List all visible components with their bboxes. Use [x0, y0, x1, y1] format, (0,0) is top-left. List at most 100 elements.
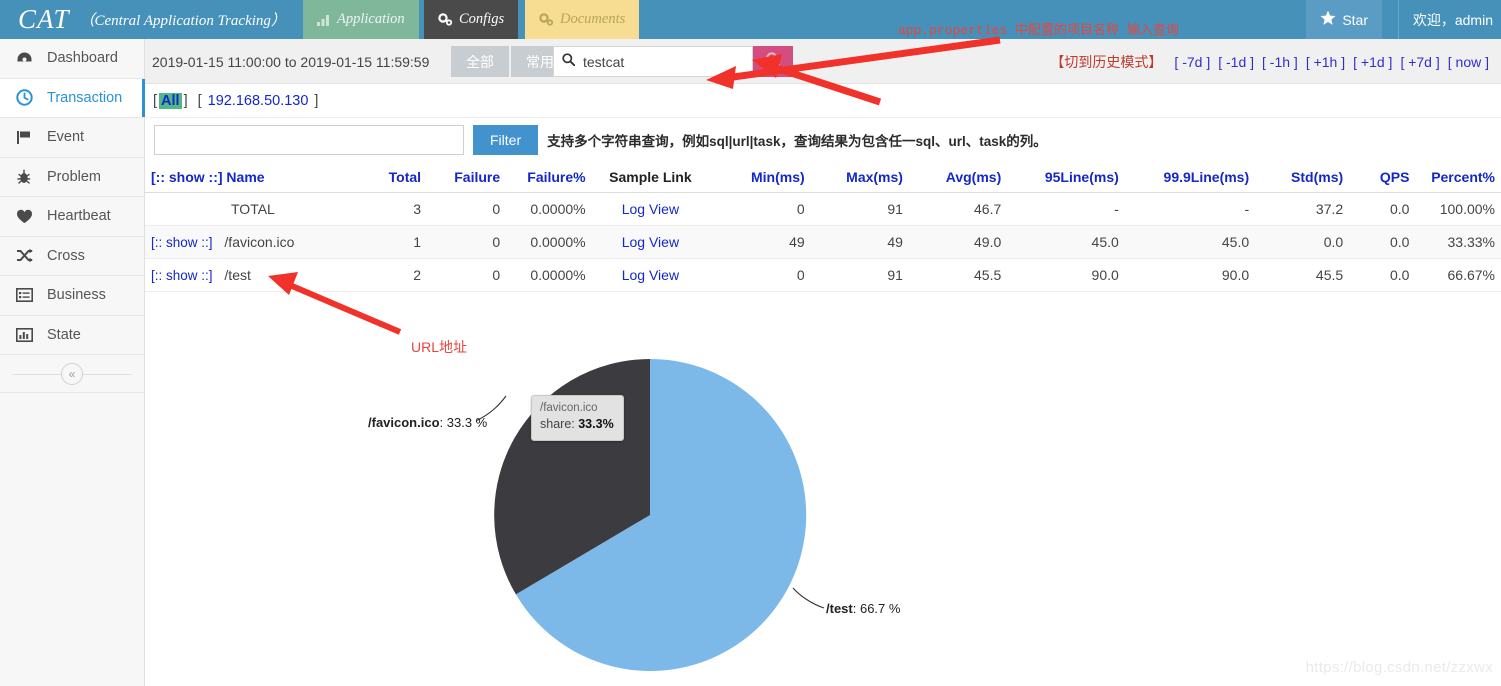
- search-input[interactable]: [581, 52, 744, 71]
- col-qps[interactable]: QPS: [1349, 162, 1416, 193]
- transaction-table: [:: show ::] Name Total Failure Failure%…: [145, 162, 1501, 292]
- cell-95line: -: [1007, 192, 1125, 226]
- col-max[interactable]: Max(ms): [810, 162, 909, 193]
- col-failure-pct[interactable]: Failure%: [506, 162, 592, 193]
- sidebar-item-problem[interactable]: Problem: [0, 157, 144, 197]
- sidebar-item-transaction[interactable]: Transaction: [0, 78, 145, 118]
- cell-std: 37.2: [1255, 192, 1350, 226]
- sidebar-item-label: Event: [47, 129, 85, 146]
- pie-label-favicon: /favicon.ico: 33.3 %: [368, 415, 488, 430]
- flag-icon: [14, 130, 34, 145]
- cell-qps: 0.0: [1349, 258, 1416, 292]
- cell-min: 49: [709, 225, 811, 259]
- tab-documents-label: Documents: [560, 11, 626, 27]
- cell-total: 2: [358, 258, 428, 292]
- host-selector-row: [ All ] [ 192.168.50.130 ]: [145, 84, 1501, 118]
- filter-button[interactable]: Filter: [473, 125, 539, 155]
- cell-avg: 46.7: [908, 192, 1008, 226]
- filter-hint-text: 支持多个字符串查询，例如sql|url|task，查询结果为包含任一sql、ur…: [547, 134, 1047, 149]
- range-link-plus1h[interactable]: [ +1h ]: [1306, 54, 1345, 70]
- sidebar-item-event[interactable]: Event: [0, 118, 144, 158]
- tab-configs[interactable]: Configs: [424, 0, 519, 39]
- brand-logo[interactable]: CAT （Central Application Tracking）: [18, 0, 286, 39]
- double-chevron-left-icon[interactable]: «: [61, 362, 83, 385]
- query-toolbar: 2019-01-15 11:00:00 to 2019-01-15 11:59:…: [145, 39, 1501, 84]
- cell-min: 0: [709, 258, 811, 292]
- search-icon: [562, 52, 576, 71]
- date-range-label[interactable]: 2019-01-15 11:00:00 to 2019-01-15 11:59:…: [152, 39, 429, 84]
- table-row: TOTAL 3 0 0.0000% Log View 0 91 46.7 - -…: [145, 192, 1501, 226]
- switch-history-mode-link[interactable]: 【切到历史模式】: [1050, 52, 1162, 72]
- watermark: https://blog.csdn.net/zzxwx: [1305, 659, 1493, 676]
- range-link-now[interactable]: [ now ]: [1448, 54, 1489, 70]
- cell-qps: 0.0: [1349, 225, 1416, 259]
- gears-icon: [438, 13, 453, 26]
- sidebar-item-label: State: [47, 326, 81, 343]
- col-95line[interactable]: 95Line(ms): [1007, 162, 1125, 193]
- tab-documents[interactable]: Documents: [525, 0, 640, 39]
- tooltip-name: /favicon.ico: [540, 402, 598, 414]
- cell-total: 1: [358, 225, 428, 259]
- host-filter-ip[interactable]: 192.168.50.130: [208, 93, 309, 109]
- show-link[interactable]: [:: show ::]: [151, 235, 213, 250]
- table-row: [:: show ::] /favicon.ico 1 0 0.0000% Lo…: [145, 225, 1501, 259]
- filter-row: Filter 支持多个字符串查询，例如sql|url|task，查询结果为包含任…: [145, 118, 1501, 162]
- col-failure[interactable]: Failure: [427, 162, 507, 193]
- list-icon: [14, 288, 34, 303]
- cell-sample-link[interactable]: Log View: [591, 192, 710, 226]
- host-filter-all[interactable]: All: [159, 92, 182, 109]
- main-content: 2019-01-15 11:00:00 to 2019-01-15 11:59:…: [145, 39, 1501, 686]
- range-link-minus7d[interactable]: [ -7d ]: [1174, 54, 1210, 70]
- col-name[interactable]: [:: show ::] Name: [145, 162, 359, 193]
- col-999line[interactable]: 99.9Line(ms): [1124, 162, 1256, 193]
- segment-all[interactable]: 全部: [451, 46, 509, 77]
- search-submit-button[interactable]: [753, 46, 793, 77]
- cell-name: [:: show ::] /test: [145, 258, 359, 292]
- cell-failure-pct: 0.0000%: [506, 192, 592, 226]
- range-link-plus7d[interactable]: [ +7d ]: [1400, 54, 1439, 70]
- cell-name: [:: show ::] /favicon.ico: [145, 225, 359, 259]
- range-link-plus1d[interactable]: [ +1d ]: [1353, 54, 1392, 70]
- cell-sample-link[interactable]: Log View: [591, 258, 710, 292]
- welcome-user[interactable]: 欢迎，admin: [1397, 0, 1501, 39]
- cell-min: 0: [709, 192, 811, 226]
- cell-sample-link[interactable]: Log View: [591, 225, 710, 259]
- show-link[interactable]: [:: show ::]: [151, 268, 213, 283]
- tab-configs-label: Configs: [459, 11, 505, 27]
- pie-tooltip: /favicon.ico share: 33.3%: [531, 395, 624, 441]
- col-percent[interactable]: Percent%: [1415, 162, 1501, 193]
- shuffle-icon: [14, 248, 34, 263]
- range-link-minus1h[interactable]: [ -1h ]: [1262, 54, 1298, 70]
- range-link-minus1d[interactable]: [ -1d ]: [1218, 54, 1254, 70]
- time-shortcut-links: 【切到历史模式】 [ -7d ] [ -1d ] [ -1h ] [ +1h ]…: [1050, 39, 1493, 84]
- bracket-close: ]: [314, 92, 319, 109]
- cell-999line: 45.0: [1124, 225, 1256, 259]
- bug-icon: [14, 169, 34, 185]
- col-std[interactable]: Std(ms): [1255, 162, 1350, 193]
- search-box[interactable]: [553, 46, 753, 77]
- cell-avg: 49.0: [908, 225, 1008, 259]
- sidebar-item-dashboard[interactable]: Dashboard: [0, 39, 144, 79]
- gears-icon: [539, 13, 554, 26]
- sidebar-item-cross[interactable]: Cross: [0, 236, 144, 276]
- dashboard-icon: [14, 51, 34, 66]
- sidebar-item-heartbeat[interactable]: Heartbeat: [0, 197, 144, 237]
- pie-chart-area: [145, 292, 1501, 632]
- brand-short: CAT: [18, 4, 70, 34]
- star-label: Star: [1342, 11, 1368, 28]
- sidebar: Dashboard Transaction Event Problem Hear…: [0, 39, 145, 686]
- col-total[interactable]: Total: [358, 162, 428, 193]
- col-min[interactable]: Min(ms): [709, 162, 811, 193]
- bar-chart-icon: [317, 14, 331, 26]
- welcome-label: 欢迎，admin: [1412, 11, 1493, 28]
- cell-percent: 100.00%: [1415, 192, 1501, 226]
- star-button[interactable]: Star: [1306, 0, 1382, 39]
- col-avg[interactable]: Avg(ms): [908, 162, 1008, 193]
- cell-max: 91: [810, 192, 909, 226]
- filter-input[interactable]: [154, 125, 464, 155]
- cell-std: 0.0: [1255, 225, 1350, 259]
- sidebar-item-state[interactable]: State: [0, 315, 144, 355]
- top-header-bar: CAT （Central Application Tracking） Appli…: [0, 0, 1501, 39]
- tab-application[interactable]: Application: [303, 0, 419, 39]
- sidebar-item-business[interactable]: Business: [0, 276, 144, 316]
